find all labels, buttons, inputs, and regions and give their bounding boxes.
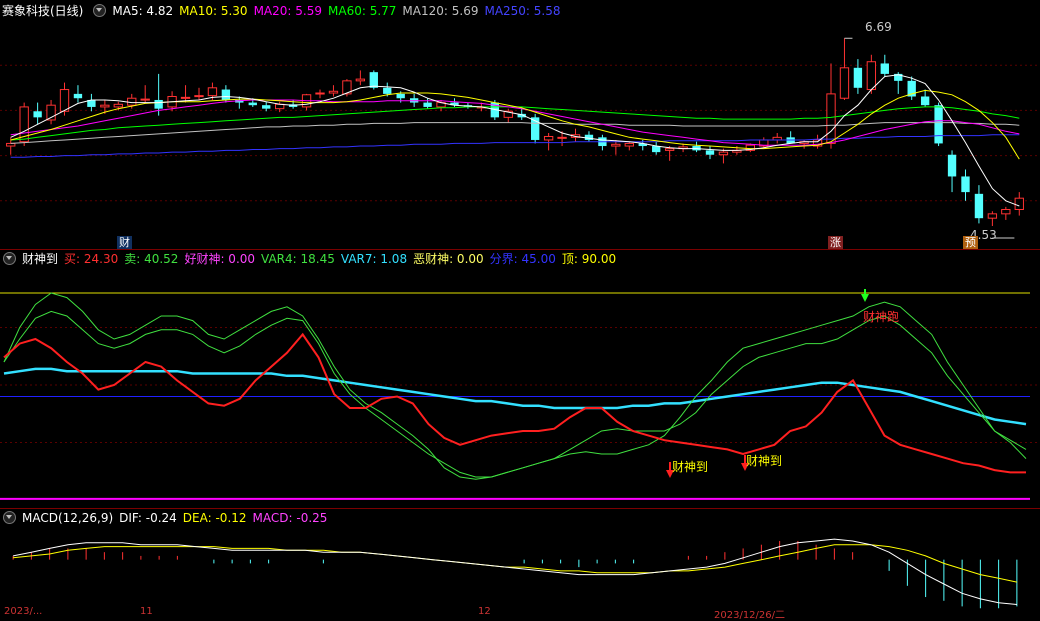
cai-flag[interactable]: 财 (117, 236, 132, 249)
candle-body (839, 67, 850, 99)
signal-buy-1: 财神到 (672, 460, 709, 474)
date-label-4: 2023/12/26/二 (714, 610, 786, 621)
candle-body (947, 154, 957, 177)
bad-label: 恶财神: 0.00 (413, 252, 484, 266)
candle-body (866, 61, 877, 91)
split-label: 分界: 45.00 (489, 252, 556, 266)
candle-body (248, 102, 257, 106)
candle-body (194, 95, 204, 98)
var7-label: VAR7: 1.08 (340, 252, 408, 266)
candle-body (396, 93, 405, 99)
series-VAR4-line (3, 310, 1027, 478)
dif-label: DIF: -0.24 (119, 511, 177, 525)
candle-body (369, 72, 378, 88)
date-label-2: 11 (140, 606, 153, 617)
candle-body (154, 99, 163, 109)
date-label-1: 2023/... (4, 606, 43, 617)
main-panel-header: 赛象科技(日线) MA5: 4.82 MA10: 5.30 MA20: 5.59 MA6… (0, 2, 567, 20)
dif-line (13, 538, 1017, 605)
candle-body (880, 63, 889, 74)
signal-sell: 财神跑 (863, 310, 900, 324)
indicator-panel-header: 财神到 买: 24.30 卖: 40.52 好财神: 0.00 VAR4: 18.45 V… (0, 250, 622, 268)
ma60-label: MA60: 5.77 (328, 4, 397, 18)
ma120-line (10, 122, 1020, 144)
candle-body (221, 89, 231, 100)
candle-body (934, 105, 943, 144)
buy-label: 买: 24.30 (64, 252, 119, 266)
candle-body (826, 93, 836, 144)
candle-body (113, 103, 123, 108)
candle-body (6, 142, 16, 147)
candle-body (328, 90, 339, 94)
candle-body (59, 89, 70, 112)
candle-body (853, 67, 863, 88)
dropdown-icon[interactable] (93, 4, 107, 17)
indicator-title: 财神到 (22, 252, 59, 266)
candle-body (315, 92, 325, 95)
var4-label: VAR4: 18.45 (261, 252, 335, 266)
ma5-line (10, 74, 1020, 207)
candle-body (262, 105, 271, 109)
ma5-label: MA5: 4.82 (112, 4, 174, 18)
ma120-label: MA120: 5.69 (402, 4, 479, 18)
high-price-label: 6.69 (865, 20, 892, 34)
dea-label: DEA: -0.12 (182, 511, 247, 525)
macd-title: MACD(12,26,9) (22, 511, 114, 525)
candle-body (718, 151, 729, 156)
dea-line (13, 544, 1018, 583)
candle-body (664, 148, 675, 151)
candle-body (987, 213, 998, 219)
macd-label: MACD: -0.25 (252, 511, 328, 525)
top-label: 顶: 90.00 (561, 252, 617, 266)
candle-body (207, 87, 218, 97)
signal-buy-2: 财神到 (746, 454, 783, 468)
candle-body (974, 193, 984, 219)
candle-body (920, 96, 930, 106)
candle-body (355, 78, 366, 82)
candle-body (73, 93, 83, 99)
candle-body (1001, 208, 1011, 215)
candle-body (423, 102, 432, 107)
yu-flag[interactable]: 预 (963, 236, 978, 249)
macd-panel-header: MACD(12,26,9) DIF: -0.24 DEA: -0.12 MACD: -… (0, 509, 333, 527)
candle-body (180, 96, 191, 99)
stock-title: 赛象科技(日线) (2, 4, 84, 18)
date-label-3: 12 (478, 606, 491, 617)
ma10-label: MA10: 5.30 (179, 4, 248, 18)
candle-body (652, 146, 661, 153)
dropdown-icon[interactable] (3, 511, 16, 524)
ma250-label: MA250: 5.58 (484, 4, 561, 18)
sell-label: 卖: 40.52 (124, 252, 179, 266)
dropdown-icon[interactable] (3, 252, 16, 265)
candle-body (705, 150, 715, 155)
candle-body (557, 136, 567, 139)
ma250-line (10, 134, 1020, 158)
candle-body (140, 98, 150, 101)
sell-arrow (861, 289, 869, 302)
candle-body (961, 176, 970, 193)
candle-body (383, 87, 392, 94)
candle-body (1014, 197, 1024, 210)
candle-body (543, 135, 554, 141)
candle-body (33, 111, 42, 118)
good-label: 好财神: 0.00 (184, 252, 256, 266)
candle-body (100, 104, 110, 108)
candle-body (611, 143, 621, 147)
ma20-label: MA20: 5.59 (253, 4, 322, 18)
zhang-flag[interactable]: 涨 (828, 236, 843, 249)
candle-body (624, 142, 634, 147)
